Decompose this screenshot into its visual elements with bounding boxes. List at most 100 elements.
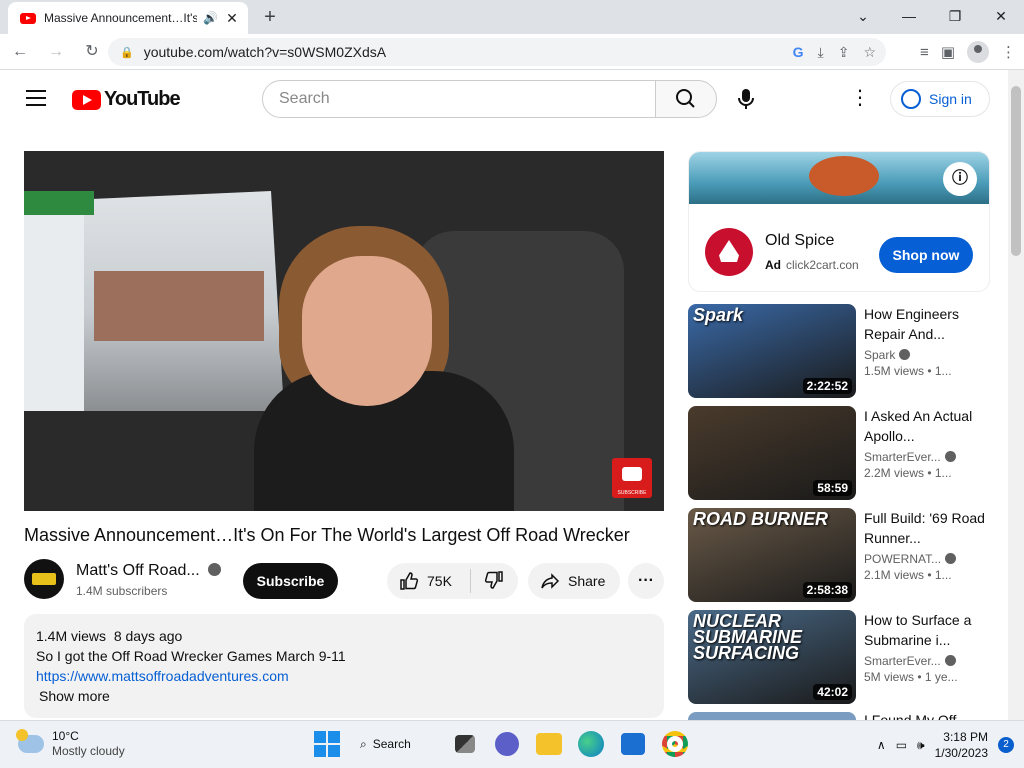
show-hidden-icons-icon[interactable]: ∧ — [877, 738, 886, 752]
hamburger-menu-icon[interactable] — [26, 90, 46, 106]
show-more-button[interactable]: Show more — [36, 686, 652, 706]
scrollbar-thumb[interactable] — [1011, 86, 1021, 256]
start-button[interactable] — [312, 729, 342, 759]
sign-in-label: Sign in — [929, 91, 972, 107]
profile-avatar-icon[interactable] — [967, 41, 989, 63]
restore-button[interactable]: ❐ — [932, 0, 978, 32]
video-thumbnail[interactable]: Spark 2:22:52 — [688, 304, 856, 398]
video-frame-canopy — [24, 191, 94, 215]
verified-icon — [945, 553, 957, 564]
recommended-channel-name: Spark — [864, 348, 896, 362]
network-icon[interactable]: ▭ — [896, 738, 907, 752]
close-tab-icon[interactable]: ✕ — [224, 10, 240, 27]
google-icon[interactable]: G — [793, 44, 804, 60]
recommended-channel[interactable]: SmarterEver... — [864, 450, 990, 464]
reload-button[interactable]: ↻ — [76, 38, 108, 66]
partial-next-thumb[interactable] — [688, 712, 856, 720]
windows-taskbar: 10°C Mostly cloudy ⌕ Search ∧ ▭ 🕪 3:18 P… — [0, 720, 1024, 768]
recommended-title[interactable]: How to Surface a Submarine i... — [864, 610, 990, 650]
file-explorer-icon[interactable] — [536, 733, 562, 755]
recommended-title[interactable]: I Asked An Actual Apollo... — [864, 406, 990, 446]
install-icon[interactable]: ⤓ — [818, 44, 824, 61]
chrome-icon[interactable] — [662, 731, 688, 757]
recommended-video[interactable]: NUCLEAR SUBMARINE SURFACING 42:02 How to S… — [688, 610, 990, 704]
minimize-button[interactable]: — — [886, 0, 932, 32]
video-thumbnail[interactable]: ROAD BURNER 2:58:38 — [688, 508, 856, 602]
browser-tab[interactable]: Massive Announcement…It's 🔊 ✕ — [8, 2, 248, 34]
audio-playing-icon[interactable]: 🔊 — [203, 11, 218, 25]
back-button[interactable]: ← — [4, 38, 36, 66]
share-page-icon[interactable]: ⇪ — [838, 44, 850, 61]
address-bar[interactable]: 🔒 youtube.com/watch?v=s0WSM0ZXdsA G ⤓ ⇪ … — [108, 38, 886, 66]
ad-info-icon[interactable]: ⓘ — [943, 162, 977, 196]
video-duration: 58:59 — [813, 480, 852, 496]
lock-icon[interactable]: 🔒 — [120, 46, 134, 59]
recommended-channel-name: SmarterEver... — [864, 450, 941, 464]
recommended-video[interactable]: 58:59 I Asked An Actual Apollo... SmarterE… — [688, 406, 990, 500]
search-button[interactable] — [655, 80, 717, 118]
description-meta: 1.4M views 8 days ago — [36, 626, 652, 646]
clock-date: 1/30/2023 — [934, 746, 988, 760]
subscribe-watermark-icon[interactable]: SUBSCRIBE — [612, 458, 652, 498]
partial-next-title[interactable]: I Found My Off... — [864, 712, 968, 720]
recommended-channel-name: SmarterEver... — [864, 654, 941, 668]
search-input[interactable]: Search — [262, 80, 656, 118]
dislike-button[interactable] — [471, 570, 517, 593]
ad-banner-image[interactable]: ⓘ — [689, 152, 989, 204]
description-box[interactable]: 1.4M views 8 days ago So I got the Off R… — [24, 614, 664, 718]
media-control-icon[interactable]: ≡ — [920, 44, 929, 61]
description-link[interactable]: https://www.mattsoffroadadventures.com — [36, 668, 289, 684]
youtube-logo[interactable]: YouTube — [72, 88, 181, 111]
taskbar-search[interactable]: ⌕ Search — [354, 729, 438, 759]
like-button[interactable]: 75K — [387, 569, 471, 593]
side-panel-icon[interactable]: ▣ — [941, 43, 955, 61]
youtube-favicon-icon — [20, 12, 36, 24]
sign-in-button[interactable]: Sign in — [890, 81, 990, 117]
description-text: So I got the Off Road Wrecker Games Marc… — [36, 648, 346, 664]
bookmark-star-icon[interactable]: ☆ — [863, 44, 876, 61]
share-icon — [541, 573, 560, 589]
recommended-meta: 2.2M views • 1... — [864, 466, 952, 480]
recommended-channel[interactable]: SmarterEver... — [864, 654, 990, 668]
sidebar-ad[interactable]: ⓘ Old Spice Ad click2cart.con Shop now — [688, 151, 990, 292]
task-view-icon[interactable] — [455, 735, 475, 753]
settings-more-icon[interactable]: ⋮ — [850, 88, 870, 108]
shop-now-button[interactable]: Shop now — [879, 237, 973, 273]
more-actions-button[interactable]: ··· — [628, 563, 664, 599]
clock[interactable]: 3:18 PM 1/30/2023 — [935, 729, 988, 761]
youtube-wordmark: YouTube — [104, 88, 181, 110]
notification-badge[interactable]: 2 — [998, 737, 1014, 753]
recommended-meta: 5M views • 1 ye... — [864, 670, 958, 684]
close-window-button[interactable]: ✕ — [978, 0, 1024, 32]
channel-avatar[interactable] — [24, 559, 64, 599]
edge-icon[interactable] — [578, 731, 604, 757]
recommended-channel[interactable]: Spark — [864, 348, 990, 362]
recommended-video[interactable]: Spark 2:22:52 How Engineers Repair And... S… — [688, 304, 990, 398]
recommended-title[interactable]: How Engineers Repair And... — [864, 304, 990, 344]
channel-name[interactable]: Matt's Off Road... — [76, 562, 221, 580]
page-scrollbar[interactable] — [1008, 70, 1024, 726]
subscribe-button[interactable]: Subscribe — [243, 563, 338, 599]
recommended-video[interactable]: ROAD BURNER 2:58:38 Full Build: '69 Road R… — [688, 508, 990, 602]
video-frame-pump — [24, 211, 84, 411]
store-icon[interactable] — [621, 733, 645, 755]
chat-icon[interactable] — [495, 732, 519, 756]
video-player[interactable]: SUBSCRIBE — [24, 151, 664, 511]
share-button[interactable]: Share — [528, 563, 620, 599]
browser-menu-icon[interactable]: ⋮ — [1001, 43, 1016, 61]
channel-name-text: Matt's Off Road... — [76, 562, 200, 579]
video-thumbnail[interactable]: 58:59 — [688, 406, 856, 500]
weather-widget[interactable]: 10°C Mostly cloudy — [16, 729, 125, 759]
volume-icon[interactable]: 🕪 — [917, 738, 925, 753]
recommended-channel[interactable]: POWERNAT... — [864, 552, 990, 566]
new-tab-button[interactable]: + — [258, 5, 282, 29]
tab-search-icon[interactable]: ⌄ — [840, 0, 886, 32]
microphone-icon[interactable] — [736, 87, 756, 111]
recommended-title[interactable]: Full Build: '69 Road Runner... — [864, 508, 990, 548]
browser-tab-strip: Massive Announcement…It's 🔊 ✕ + ⌄ — ❐ ✕ — [0, 0, 1024, 34]
video-frame-building — [94, 271, 264, 341]
video-frame-face — [302, 256, 432, 406]
video-thumbnail[interactable]: NUCLEAR SUBMARINE SURFACING 42:02 — [688, 610, 856, 704]
forward-button[interactable]: → — [40, 38, 72, 66]
recommended-meta: 2.1M views • 1... — [864, 568, 952, 582]
